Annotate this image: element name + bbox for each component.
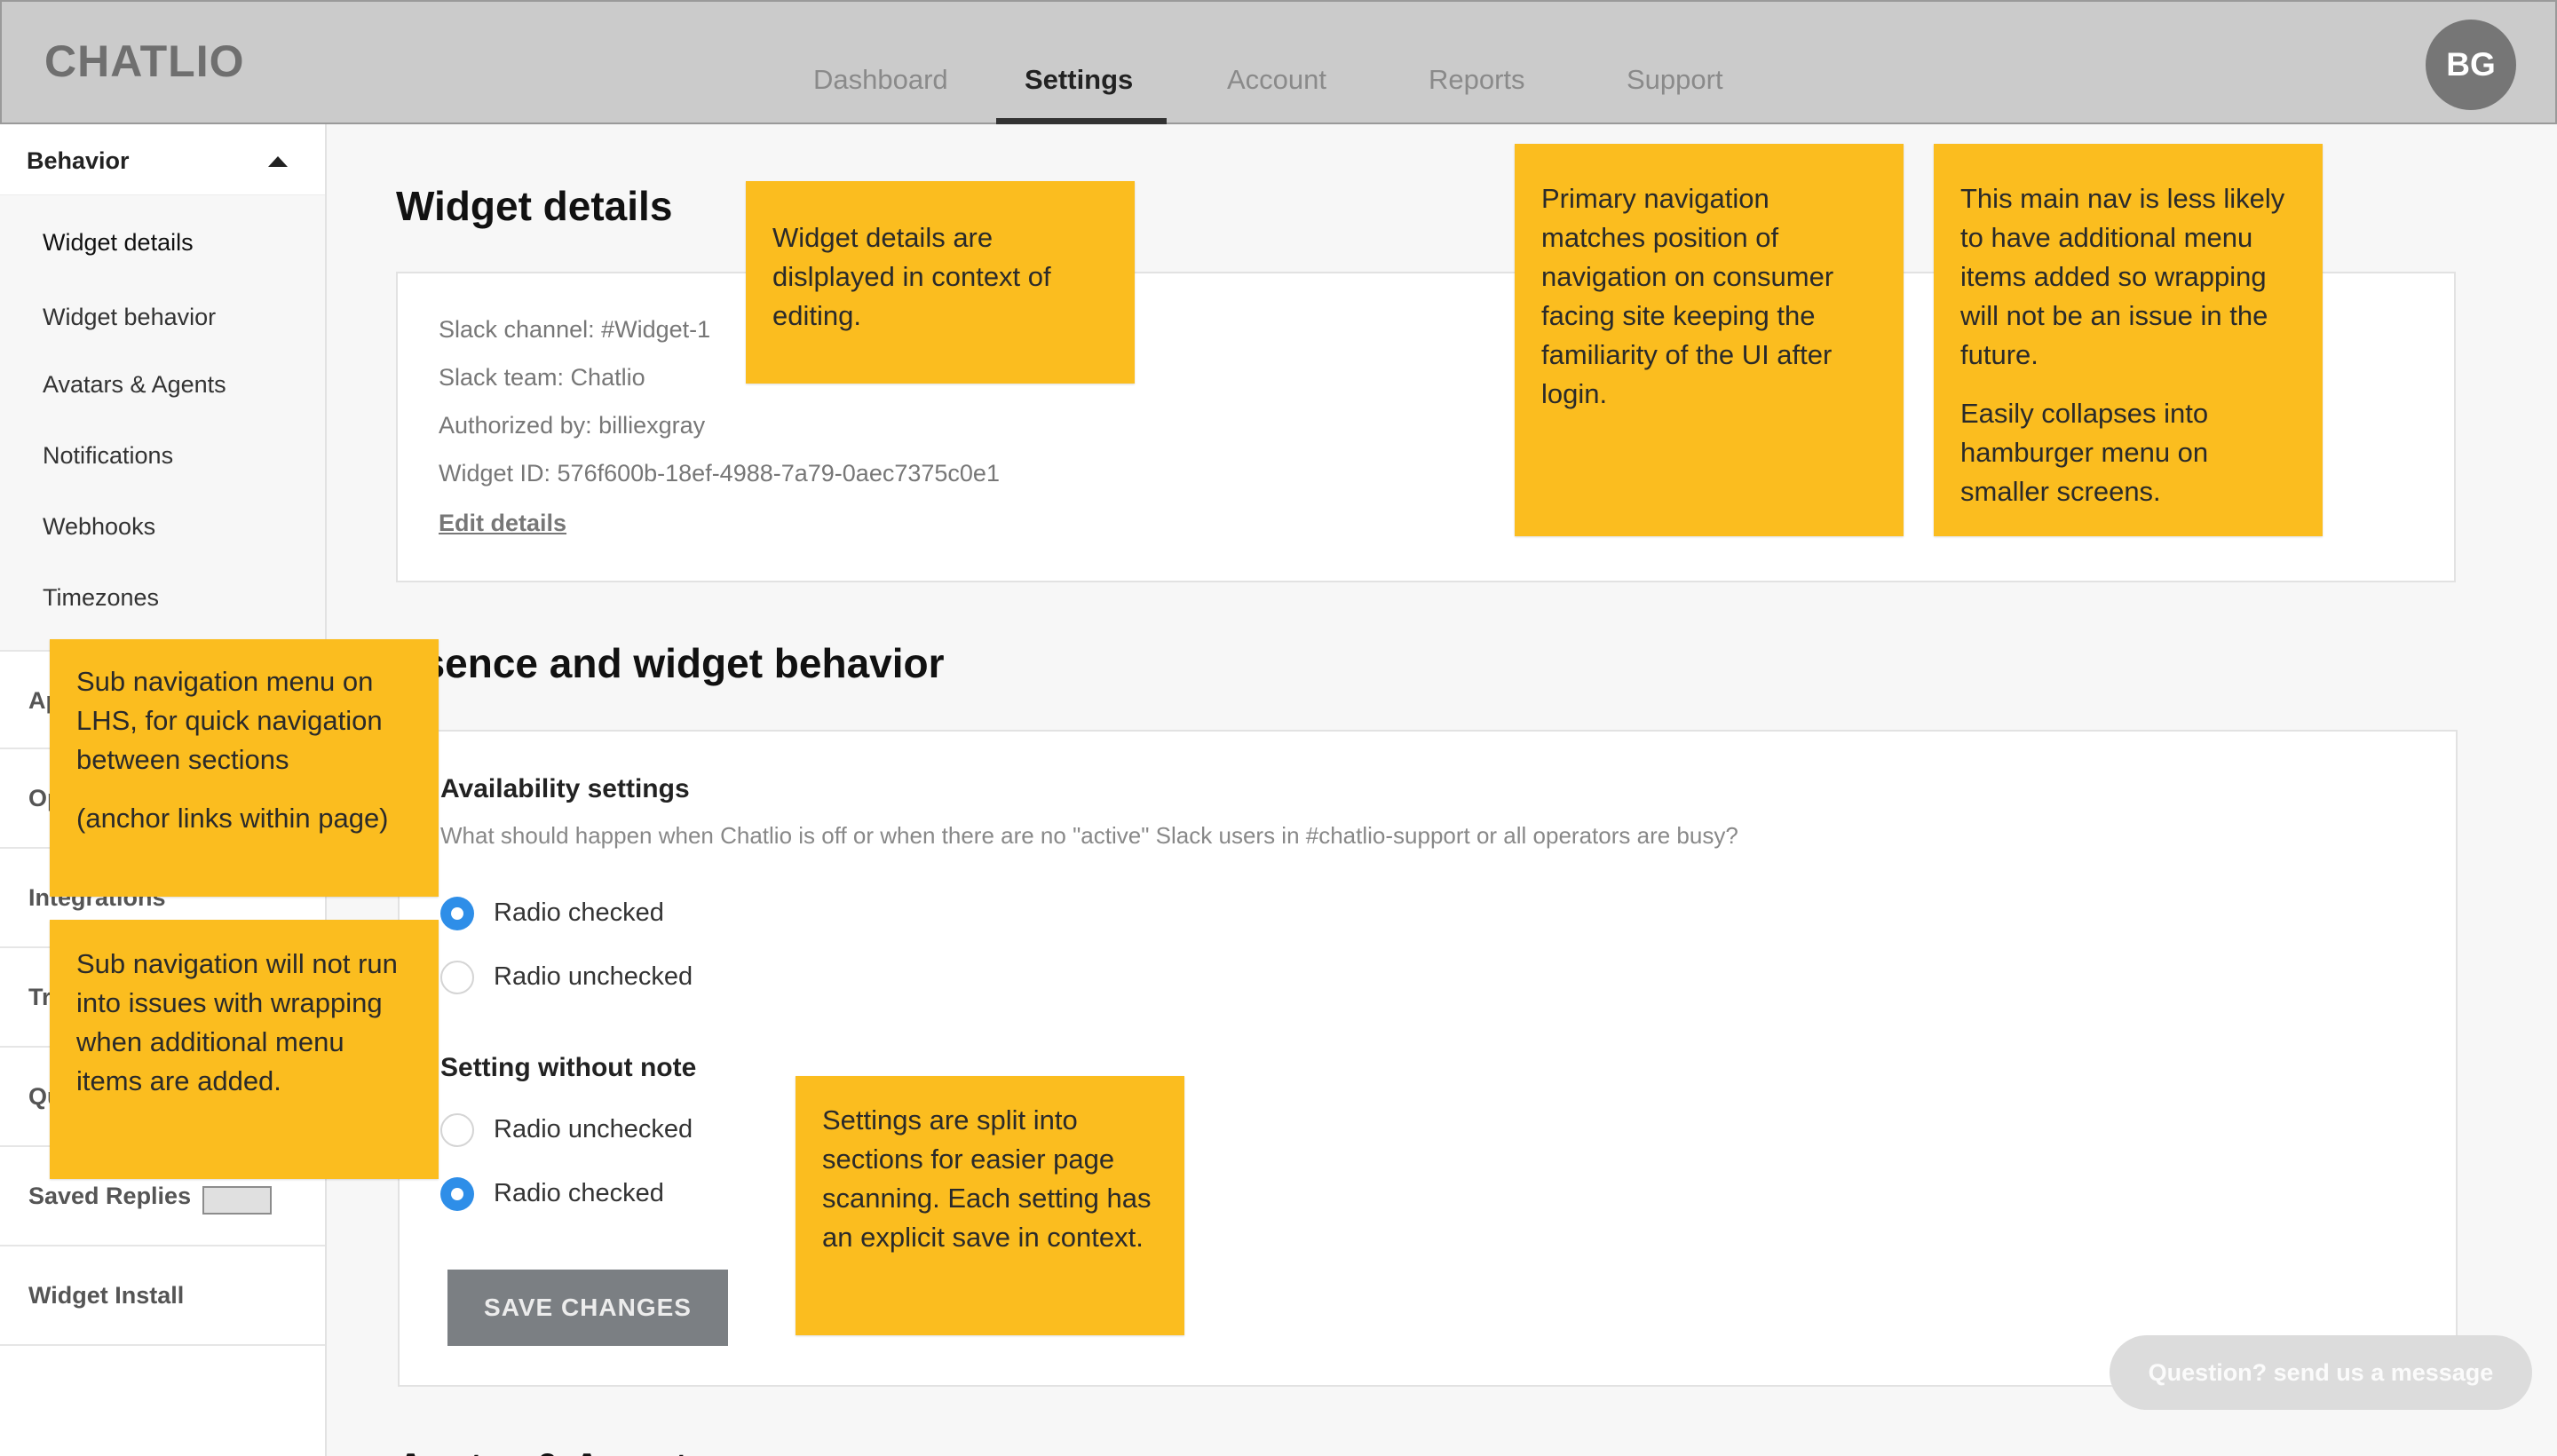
annotation-note-subnav: Sub navigation menu on LHS, for quick na… (50, 639, 439, 897)
sidebar-item-avatars-agents[interactable]: Avatars & Agents (43, 371, 226, 399)
sidebar-section-widget-install[interactable]: Widget Install (0, 1246, 325, 1346)
note-text: Sub navigation will not run into issues … (76, 948, 398, 1096)
section-heading: esence and widget behavior (400, 640, 945, 686)
note-text: Primary navigation matches position of n… (1541, 183, 1834, 409)
note-text: Widget details are dislplayed in context… (772, 222, 1051, 331)
next-section-heading-clip: Avatar & Agents (396, 1444, 716, 1456)
sidebar-section-label: Tr (28, 984, 51, 1010)
note-text: Easily collapses into hamburger menu on … (1960, 398, 2209, 507)
sidebar-section-label: Behavior (27, 147, 130, 174)
annotation-note-settings-split: Settings are split into sections for eas… (796, 1076, 1184, 1335)
slack-team-text: Slack team: Chatlio (439, 364, 645, 391)
tab-dashboard[interactable]: Dashboard (813, 64, 948, 96)
annotation-note-subnav-wrapping: Sub navigation will not run into issues … (50, 920, 439, 1179)
setting-without-note-title: Setting without note (440, 1053, 697, 1082)
edit-details-link[interactable]: Edit details (439, 510, 566, 537)
next-section-heading: Avatar & Agents (396, 1444, 710, 1456)
sidebar-section-behavior[interactable]: Behavior (0, 124, 325, 195)
sidebar-item-widget-behavior[interactable]: Widget behavior (43, 304, 216, 331)
user-avatar[interactable]: BG (2426, 20, 2516, 110)
top-navigation-bar: CHATLIO Dashboard Settings Account Repor… (0, 0, 2557, 124)
annotation-note-primary-nav: Primary navigation matches position of n… (1515, 144, 1904, 536)
sidebar-item-timezones[interactable]: Timezones (43, 584, 159, 612)
active-tab-indicator (996, 118, 1167, 124)
tab-reports[interactable]: Reports (1429, 64, 1525, 96)
note-text: Sub navigation menu on LHS, for quick na… (76, 666, 383, 775)
note-text: Settings are split into sections for eas… (822, 1104, 1152, 1253)
annotation-note-widget-details: Widget details are dislplayed in context… (746, 181, 1135, 384)
slack-channel-text: Slack channel: #Widget-1 (439, 316, 711, 343)
page-title: Widget details (396, 183, 673, 229)
tab-account[interactable]: Account (1227, 64, 1326, 96)
radio-checked-icon[interactable] (440, 897, 474, 930)
app-logo[interactable]: CHATLIO (44, 36, 244, 87)
tab-settings[interactable]: Settings (1025, 64, 1133, 96)
sidebar-item-notifications[interactable]: Notifications (43, 442, 173, 470)
tab-support[interactable]: Support (1627, 64, 1723, 96)
widget-id-text: Widget ID: 576f600b-18ef-4988-7a79-0aec7… (439, 460, 1000, 487)
sidebar-submenu: Widget details Widget behavior Avatars &… (0, 195, 325, 650)
note-text: (anchor links within page) (76, 803, 389, 834)
radio-label: Radio unchecked (494, 1115, 693, 1143)
availability-settings-title: Availability settings (440, 774, 690, 803)
sidebar-item-webhooks[interactable]: Webhooks (43, 513, 155, 541)
sidebar-section-label: Widget Install (28, 1282, 185, 1309)
sidebar-item-widget-details[interactable]: Widget details (43, 229, 194, 257)
chat-launcher-button[interactable]: Question? send us a message (2110, 1335, 2532, 1410)
caret-up-icon[interactable] (268, 156, 288, 167)
radio-checked-icon[interactable] (440, 1177, 474, 1211)
availability-settings-description: What should happen when Chatlio is off o… (440, 822, 1738, 849)
annotation-note-main-nav: This main nav is less likely to have add… (1934, 144, 2323, 536)
radio-unchecked-icon[interactable] (440, 961, 474, 994)
save-changes-button[interactable]: SAVE CHANGES (447, 1270, 728, 1346)
radio-unchecked-icon[interactable] (440, 1113, 474, 1147)
radio-label: Radio checked (494, 898, 664, 927)
radio-label: Radio unchecked (494, 962, 693, 991)
sidebar-section-label: Saved Replies (28, 1183, 192, 1209)
saved-replies-toggle[interactable] (202, 1186, 272, 1215)
presence-settings-card: Availability settings What should happen… (398, 730, 2458, 1387)
radio-label: Radio checked (494, 1179, 664, 1207)
note-text: This main nav is less likely to have add… (1960, 183, 2285, 370)
authorized-by-text: Authorized by: billiexgray (439, 412, 706, 439)
